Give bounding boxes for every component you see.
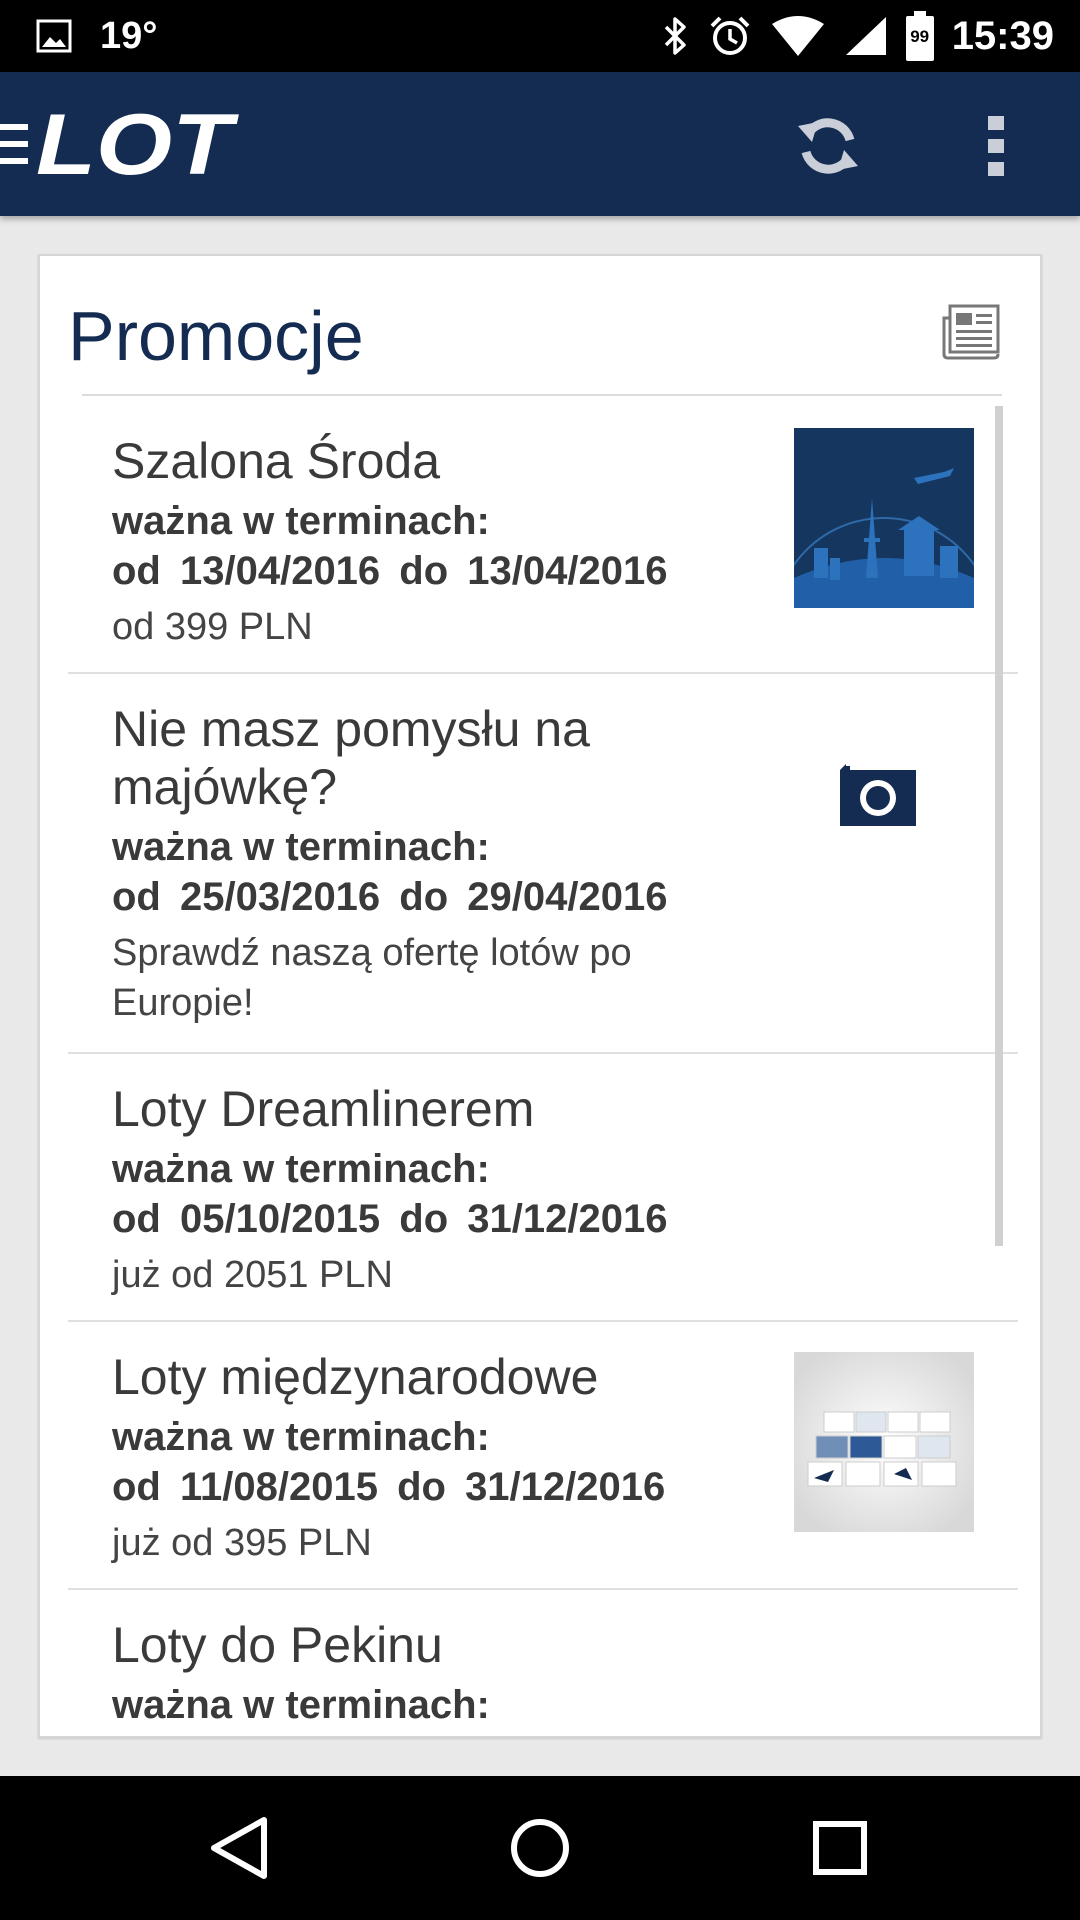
card-title: Promocje bbox=[68, 297, 364, 375]
promo-thumbnail-globe bbox=[773, 428, 995, 739]
overflow-menu-button[interactable] bbox=[968, 106, 1024, 186]
promo-item[interactable]: Szalona Środa ważna w terminach: od 13/0… bbox=[68, 406, 1018, 739]
promo-title: Szalona Środa bbox=[112, 433, 441, 489]
promo-description: od 399 PLN bbox=[112, 606, 313, 648]
menu-icon[interactable] bbox=[0, 120, 30, 168]
alarm-icon bbox=[708, 14, 752, 58]
promo-item[interactable]: Loty do Pekinu ważna w terminach: bbox=[68, 1590, 1018, 1736]
promo-item[interactable]: Loty Dreamlinerem ważna w terminach: od … bbox=[68, 1054, 1018, 1322]
back-icon bbox=[211, 1817, 267, 1879]
promo-item[interactable]: Nie masz pomysłu na majówkę? ważna w ter… bbox=[68, 674, 1018, 1054]
wifi-icon bbox=[770, 16, 826, 56]
promo-title: Nie masz pomysłu na majówkę? bbox=[112, 701, 590, 815]
back-button[interactable] bbox=[200, 1812, 280, 1884]
promo-description: już od 2051 PLN bbox=[112, 1254, 393, 1296]
promo-validity-label: ważna w terminach: bbox=[112, 825, 490, 869]
promo-title: Loty Dreamlinerem bbox=[112, 1081, 535, 1137]
promotions-card: Promocje Szalona Środa ważna w terminach… bbox=[38, 254, 1042, 1738]
recents-button[interactable] bbox=[800, 1808, 880, 1888]
promo-thumbnail-cards bbox=[794, 1352, 974, 1532]
lot-logo-graphic: LOT bbox=[36, 97, 239, 193]
navigation-bar bbox=[0, 1776, 1080, 1920]
promo-dates: od 25/03/2016 do 29/04/2016 bbox=[112, 875, 668, 919]
newspaper-icon[interactable] bbox=[942, 304, 1002, 360]
lot-logo[interactable]: LOT bbox=[36, 97, 240, 193]
promo-title: Loty do Pekinu bbox=[112, 1617, 443, 1673]
weather-temperature: 19° bbox=[100, 14, 158, 57]
camera-icon bbox=[838, 764, 918, 828]
promo-dates: od 05/10/2015 do 31/12/2016 bbox=[112, 1197, 668, 1241]
more-vert-icon bbox=[988, 116, 1004, 176]
home-button[interactable] bbox=[500, 1808, 580, 1888]
refresh-button[interactable] bbox=[788, 106, 868, 186]
scrollbar[interactable] bbox=[995, 406, 1003, 1246]
card-divider bbox=[82, 394, 1002, 396]
promo-title: Loty międzynarodowe bbox=[112, 1349, 599, 1405]
battery-icon: 99 bbox=[905, 11, 934, 61]
clock: 15:39 bbox=[951, 13, 1054, 58]
promo-description: Sprawdź naszą ofertę lotów po Europie! bbox=[112, 932, 632, 1024]
gallery-notification-icon bbox=[36, 19, 72, 53]
home-icon bbox=[511, 1819, 569, 1877]
promo-validity-label: ważna w terminach: bbox=[112, 1683, 490, 1727]
app-bar: LOT bbox=[0, 72, 1080, 216]
bluetooth-icon bbox=[662, 15, 690, 57]
cell-signal-icon bbox=[844, 15, 888, 57]
promo-description: już od 395 PLN bbox=[112, 1522, 372, 1564]
promo-validity-label: ważna w terminach: bbox=[112, 1147, 490, 1191]
battery-level-text: 99 bbox=[910, 27, 930, 46]
promo-list: Szalona Środa ważna w terminach: od 13/0… bbox=[68, 406, 1018, 1736]
promo-item[interactable]: Loty międzynarodowe ważna w terminach: o… bbox=[68, 1322, 1018, 1590]
status-bar: 19° 99 15:39 bbox=[0, 0, 1080, 72]
logo-text: LOT bbox=[36, 102, 239, 186]
refresh-icon bbox=[798, 118, 858, 174]
recents-icon bbox=[813, 1821, 867, 1875]
